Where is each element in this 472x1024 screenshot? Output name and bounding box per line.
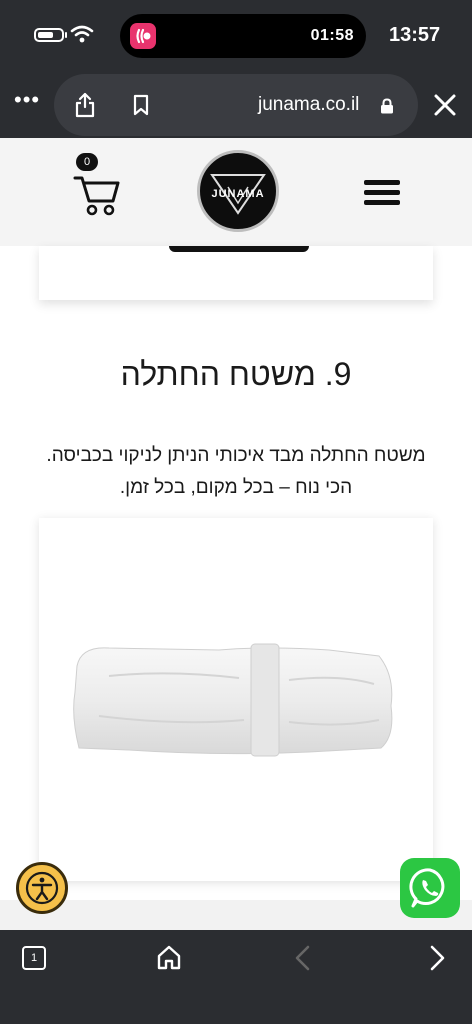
section-description: משטח החתלה מבד איכותי הניתן לניקוי בכביס… xyxy=(40,440,432,504)
accessibility-icon[interactable] xyxy=(16,862,68,914)
site-logo[interactable]: JUNAMA xyxy=(197,150,279,232)
battery-cap xyxy=(65,32,67,38)
logo-text: JUNAMA xyxy=(211,188,265,200)
home-icon[interactable] xyxy=(156,944,182,970)
address-bar[interactable]: junama.co.il xyxy=(54,74,418,136)
recording-app-icon xyxy=(130,23,156,49)
previous-product-card xyxy=(39,246,433,300)
share-icon[interactable] xyxy=(74,92,96,118)
url-text[interactable]: junama.co.il xyxy=(258,94,359,116)
close-icon[interactable] xyxy=(432,92,458,118)
more-options-icon[interactable]: ••• xyxy=(14,89,40,114)
previous-product-image xyxy=(169,246,309,252)
dynamic-island[interactable]: 01:58 xyxy=(120,14,366,58)
battery-icon xyxy=(34,28,64,42)
lock-icon xyxy=(381,98,393,114)
description-line-2: הכי נוח – בכל מקום, בכל זמן. xyxy=(119,477,353,498)
browser-bar: ••• junama.co.il xyxy=(0,70,472,138)
menu-icon[interactable] xyxy=(364,180,400,206)
wifi-icon xyxy=(70,25,94,43)
status-clock: 13:57 xyxy=(389,24,441,46)
cart-count-badge: 0 xyxy=(76,153,98,171)
forward-icon[interactable] xyxy=(426,944,448,972)
tabs-button[interactable]: 1 xyxy=(22,946,46,970)
whatsapp-icon[interactable] xyxy=(400,858,460,918)
status-bar: 01:58 13:57 xyxy=(0,0,472,70)
back-icon[interactable] xyxy=(292,944,314,972)
section-title: 9. משטח החתלה xyxy=(120,356,352,392)
bottom-toolbar: 1 xyxy=(0,930,472,1024)
product-card[interactable] xyxy=(39,518,433,881)
changing-mat-image xyxy=(73,643,393,757)
island-timer: 01:58 xyxy=(310,27,354,44)
bookmark-icon[interactable] xyxy=(132,94,150,116)
description-line-1: משטח החתלה מבד איכותי הניתן לניקוי בכביס… xyxy=(46,445,426,466)
